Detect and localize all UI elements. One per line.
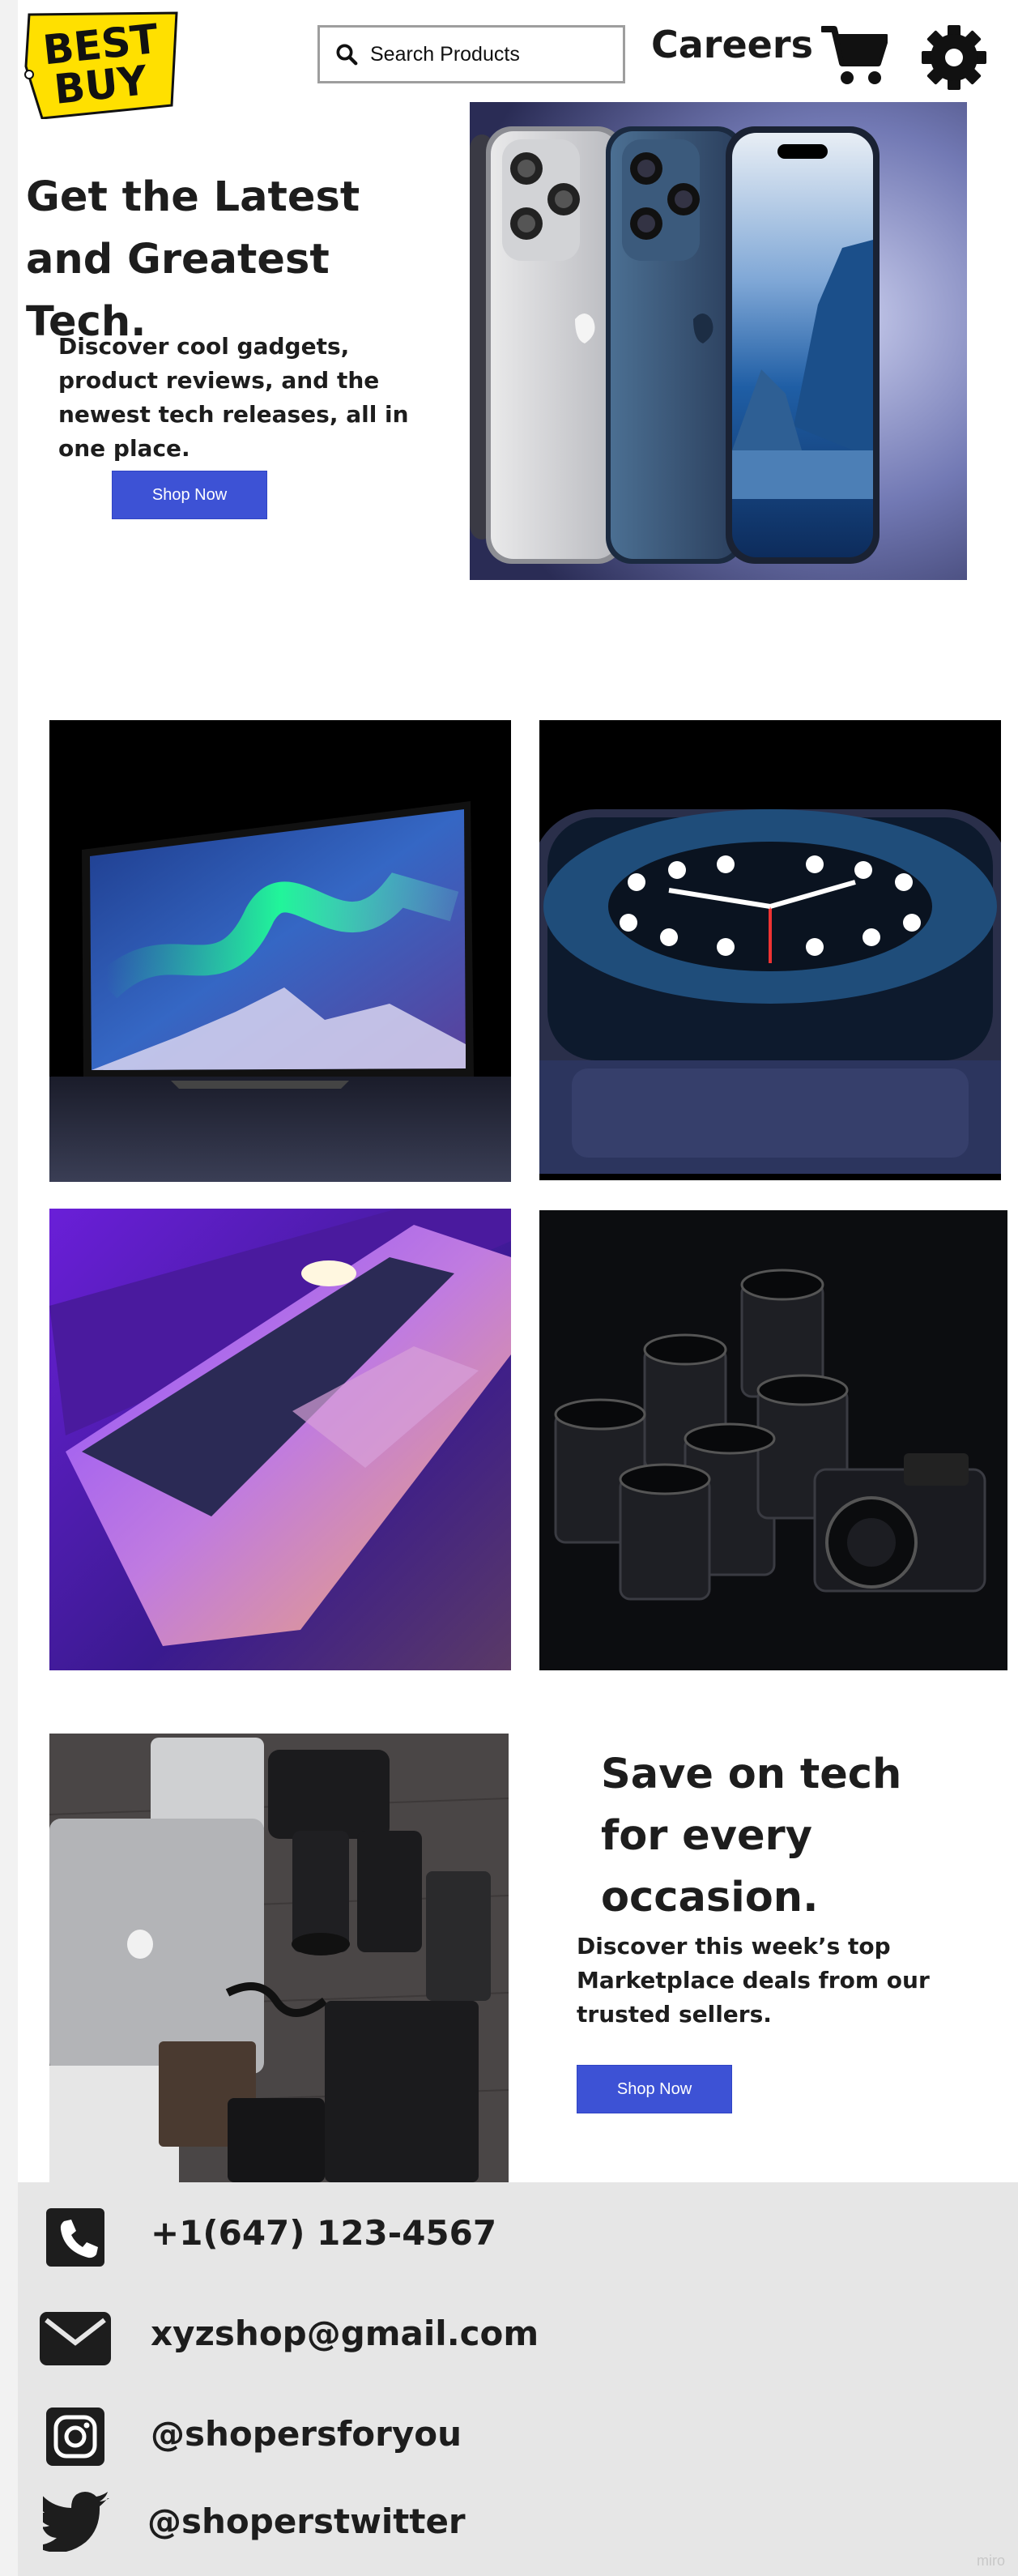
phone-icon[interactable]	[45, 2207, 106, 2268]
footer: +1(647) 123-4567 xyzshop@gmail.com @shop…	[18, 2182, 1018, 2576]
gear-icon[interactable]	[921, 24, 987, 91]
twitter-icon[interactable]	[43, 2492, 111, 2552]
tv-image[interactable]	[49, 720, 511, 1182]
promo-description: Discover this week’s top Marketplace dea…	[577, 1933, 930, 2028]
laptop-image[interactable]	[49, 1209, 511, 1670]
promo-title: Save on tech for every occasion.	[601, 1751, 902, 1921]
cart-icon[interactable]	[821, 24, 888, 86]
email-icon[interactable]	[40, 2312, 111, 2365]
hero-shop-now-button[interactable]: Shop Now	[112, 471, 267, 519]
hero-description: Discover cool gadgets, product reviews, …	[58, 333, 409, 462]
smartwatch-image[interactable]	[539, 720, 1001, 1180]
search-icon[interactable]	[334, 42, 359, 66]
hero-title: Get the Latest and Greatest Tech.	[26, 173, 360, 346]
careers-link[interactable]: Careers	[651, 23, 813, 66]
contact-instagram-row: @shopersforyou	[18, 2395, 1018, 2476]
contact-email-row: xyzshop@gmail.com	[18, 2302, 1018, 2383]
search-bar[interactable]	[317, 25, 625, 83]
instagram-handle[interactable]: @shopersforyou	[151, 2414, 462, 2454]
camera-lenses-image[interactable]	[539, 1210, 1007, 1670]
email-address[interactable]: xyzshop@gmail.com	[151, 2314, 539, 2353]
instagram-icon[interactable]	[45, 2406, 106, 2467]
iphone-hero-image	[470, 102, 967, 580]
contact-phone-row: +1(647) 123-4567	[18, 2199, 1018, 2280]
svg-text:BUY: BUY	[52, 57, 150, 113]
promo-shop-now-button[interactable]: Shop Now	[577, 2065, 732, 2113]
twitter-handle[interactable]: @shoperstwitter	[147, 2501, 466, 2541]
best-buy-logo[interactable]: BEST BUY	[18, 10, 178, 119]
tech-flatlay-image	[49, 1734, 509, 2182]
miro-watermark: miro	[977, 2553, 1005, 2569]
contact-twitter-row: @shoperstwitter	[18, 2484, 1018, 2565]
phone-number[interactable]: +1(647) 123-4567	[151, 2213, 496, 2253]
search-input[interactable]	[370, 42, 613, 66]
